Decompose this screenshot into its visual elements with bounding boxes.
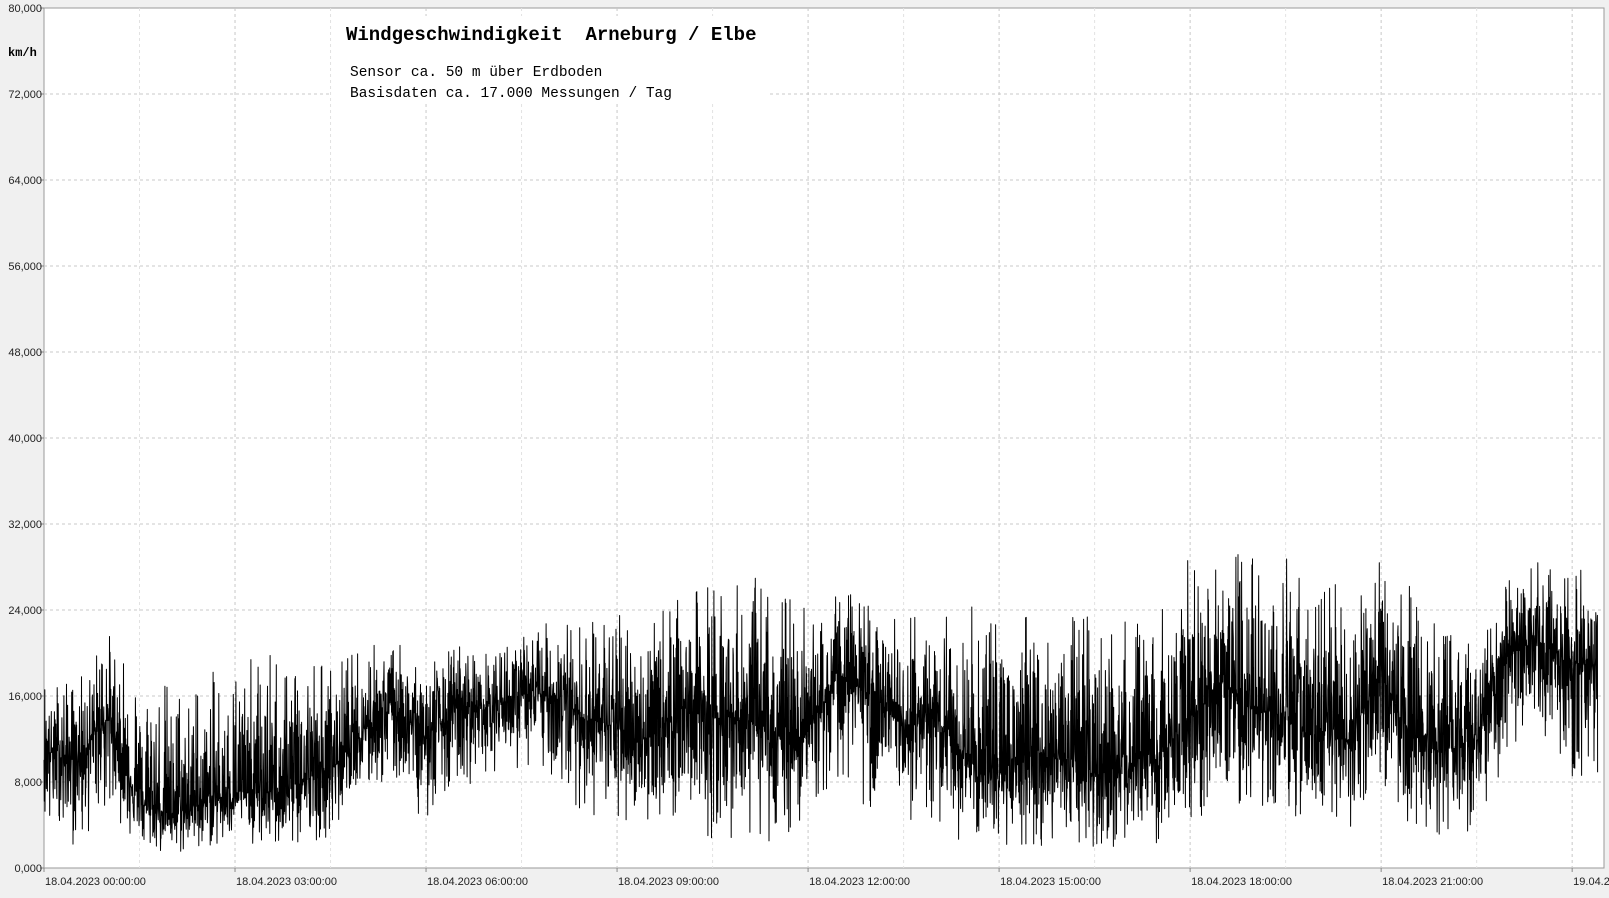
y-tick-label: 80,000 <box>8 3 42 15</box>
x-tick-label: 18.04.2023 12:00:00 <box>809 876 910 888</box>
y-tick-label: 24,000 <box>8 605 42 617</box>
x-tick-label: 18.04.2023 21:00:00 <box>1382 876 1483 888</box>
x-tick-label: 18.04.2023 09:00:00 <box>618 876 719 888</box>
x-axis-ticks: 18.04.2023 00:00:00 18.04.2023 03:00:00 18… <box>43 868 1609 888</box>
x-tick-label: 18.04.2023 06:00:00 <box>427 876 528 888</box>
y-axis-ticks: 0,000 8,000 16,000 24,000 32,000 40,000 48,000… <box>8 3 44 875</box>
y-tick-label: 16,000 <box>8 691 42 703</box>
chart-subtitle-basisdaten: Basisdaten ca. 17.000 Messungen / Tag <box>350 86 672 102</box>
y-tick-label: 0,000 <box>14 863 42 875</box>
chart-container: 0,000 8,000 16,000 24,000 32,000 40,000 48,000… <box>0 0 1609 893</box>
x-tick-label: 18.04.2023 18:00:00 <box>1191 876 1292 888</box>
y-tick-label: 32,000 <box>8 519 42 531</box>
y-tick-label: 56,000 <box>8 261 42 273</box>
chart-subtitle-sensor: Sensor ca. 50 m über Erdboden <box>350 65 602 81</box>
x-tick-label: 18.04.2023 00:00:00 <box>45 876 146 888</box>
y-tick-label: 48,000 <box>8 347 42 359</box>
y-axis-label: km/h <box>8 46 37 60</box>
x-tick-label: 18.04.2023 03:00:00 <box>236 876 337 888</box>
x-tick-label: 18.04.2023 15:00:00 <box>1000 876 1101 888</box>
y-tick-label: 64,000 <box>8 175 42 187</box>
y-tick-label: 8,000 <box>14 777 42 789</box>
wind-speed-chart: 0,000 8,000 16,000 24,000 32,000 40,000 48,000… <box>8 3 1609 888</box>
y-tick-label: 40,000 <box>8 433 42 445</box>
y-tick-label: 72,000 <box>8 89 42 101</box>
x-tick-label: 19.04.2023 00:00:00 <box>1573 876 1609 888</box>
chart-title: Windgeschwindigkeit Arneburg / Elbe <box>346 24 756 46</box>
